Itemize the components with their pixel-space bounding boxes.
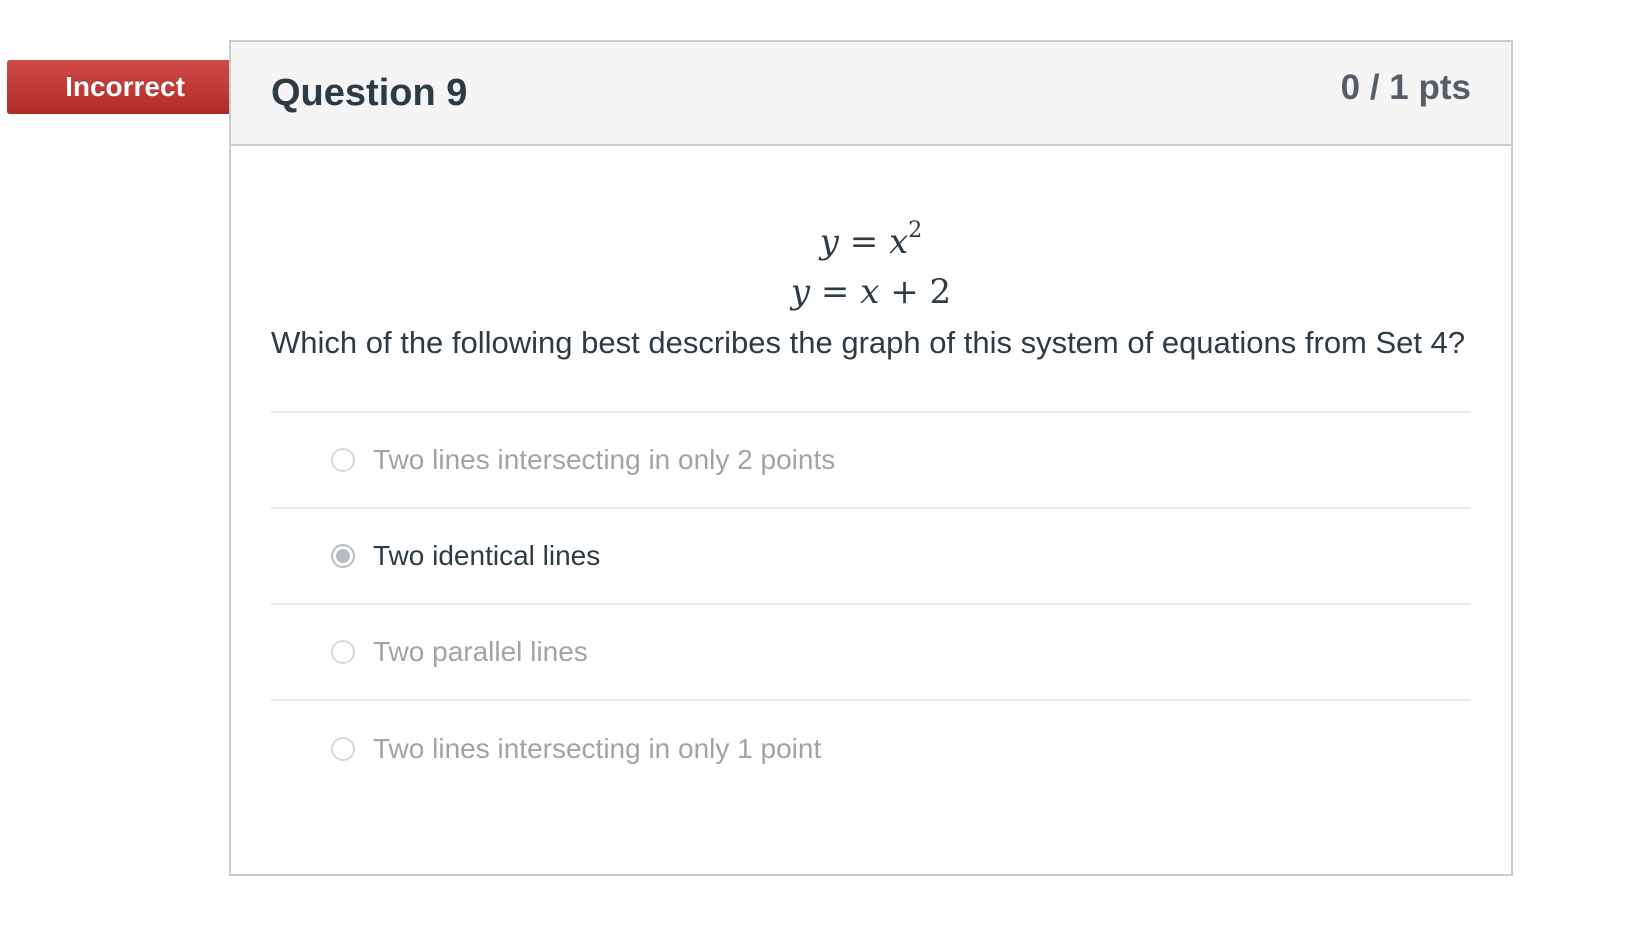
radio-button[interactable] (331, 448, 355, 472)
eq2-constant: 2 (929, 272, 952, 312)
points-score: 0 / 1 pts (1340, 68, 1471, 107)
answer-label: Two identical lines (373, 540, 601, 571)
eq2-rhs-var: x (860, 272, 880, 312)
quiz-page: Incorrect Question 9 0 / 1 pts y = x2 y … (0, 0, 1638, 930)
eq1-rhs-var: x (889, 222, 909, 262)
answer-option-selected[interactable]: Two identical lines (271, 509, 1471, 605)
eq1-lhs: y (819, 222, 839, 262)
answer-label: Two lines intersecting in only 2 points (373, 444, 836, 475)
radio-button-selected[interactable] (331, 544, 355, 568)
answer-option[interactable]: Two lines intersecting in only 2 points (271, 413, 1471, 509)
eq1-exponent: 2 (908, 218, 923, 243)
result-label: Incorrect (65, 71, 185, 102)
eq2-plus: + (890, 272, 919, 312)
question-header: Question 9 0 / 1 pts (231, 42, 1511, 146)
eq2-equals: = (820, 272, 850, 312)
radio-button[interactable] (331, 737, 355, 761)
answer-option[interactable]: Two parallel lines (271, 605, 1471, 701)
equation-block: y = x2 y = x + 2 (271, 146, 1471, 317)
question-card: Question 9 0 / 1 pts y = x2 y = x + 2 Wh… (229, 40, 1513, 876)
answer-option[interactable]: Two lines intersecting in only 1 point (271, 701, 1471, 797)
answer-label: Two lines intersecting in only 1 point (373, 733, 822, 764)
equation-2: y = x + 2 (271, 267, 1471, 317)
question-title: Question 9 (271, 72, 468, 114)
equation-1: y = x2 (271, 206, 1471, 267)
eq1-equals: = (849, 222, 879, 262)
eq2-lhs: y (790, 272, 811, 312)
radio-button[interactable] (331, 640, 355, 664)
question-text: Which of the following best describes th… (271, 325, 1466, 360)
answer-label: Two parallel lines (373, 636, 588, 667)
question-body: y = x2 y = x + 2 Which of the following … (231, 146, 1511, 797)
answer-list: Two lines intersecting in only 2 points … (271, 411, 1471, 797)
